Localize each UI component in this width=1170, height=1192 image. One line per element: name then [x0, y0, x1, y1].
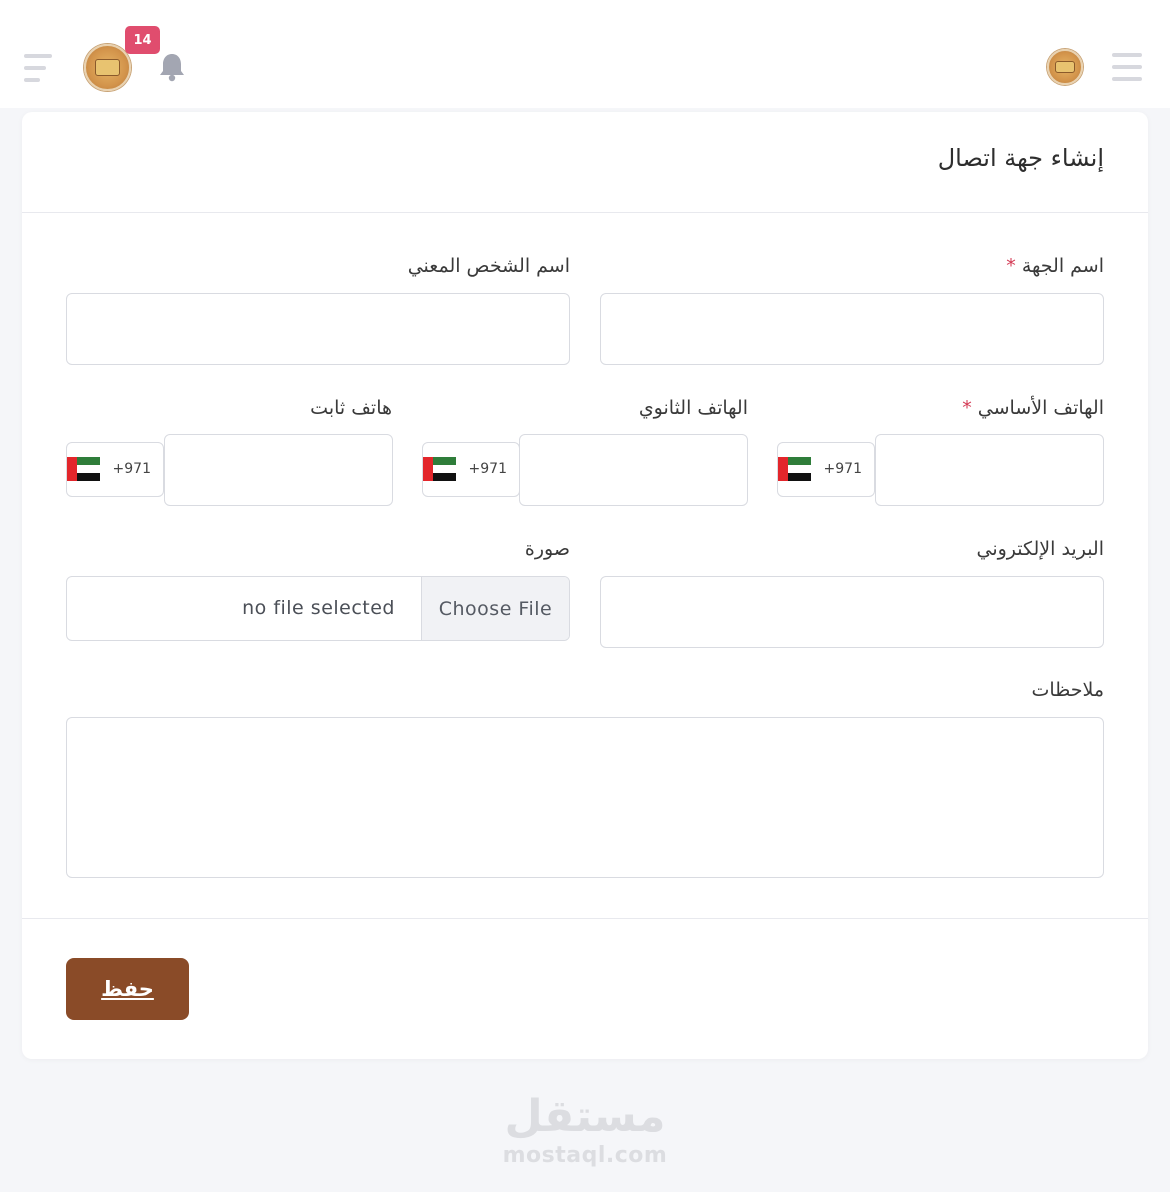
top-navbar: 14: [0, 0, 1170, 108]
required-mark: *: [962, 397, 972, 419]
contact-person-label: اسم الشخص المعني: [407, 255, 570, 277]
image-label: صورة: [524, 538, 570, 560]
notification-badge: 14: [125, 26, 160, 54]
image-file-input[interactable]: Choose File no file selected: [66, 576, 570, 641]
page-title: إنشاء جهة اتصال: [937, 144, 1104, 172]
entity-name-input[interactable]: [600, 293, 1104, 365]
watermark-url: mostaql.com: [502, 1143, 668, 1168]
create-contact-card: إنشاء جهة اتصال اسم الجهة * اسم الشخص ال…: [22, 112, 1148, 1059]
email-input[interactable]: [600, 576, 1104, 648]
country-code: +971: [823, 461, 862, 477]
entity-name-label: اسم الجهة *: [1006, 255, 1104, 277]
landline-label: هاتف ثابت: [310, 397, 392, 419]
primary-phone-label: الهاتف الأساسي *: [962, 397, 1104, 419]
country-code: +971: [112, 461, 151, 477]
secondary-phone-country-select[interactable]: +971: [422, 442, 520, 497]
uae-flag-icon: [423, 457, 456, 481]
uae-flag-icon: [67, 457, 100, 481]
secondary-phone-input[interactable]: [519, 434, 748, 506]
contact-person-input[interactable]: [66, 293, 570, 365]
country-code: +971: [468, 461, 507, 477]
secondary-phone-label: الهاتف الثانوي: [638, 397, 748, 419]
watermark-logo: مستقل: [504, 1091, 666, 1142]
landline-country-select[interactable]: +971: [66, 442, 164, 497]
required-mark: *: [1006, 255, 1016, 277]
save-button[interactable]: حفظ: [66, 958, 189, 1020]
brand-logo-avatar[interactable]: [1047, 49, 1083, 85]
notes-label: ملاحظات: [1031, 679, 1104, 701]
footer-divider: [22, 918, 1148, 919]
file-status-text: no file selected: [242, 597, 395, 619]
hamburger-menu-icon[interactable]: [1112, 53, 1142, 81]
landline-input[interactable]: [164, 434, 393, 506]
header-divider: [22, 212, 1148, 213]
align-right-menu-icon[interactable]: [24, 54, 54, 82]
choose-file-button[interactable]: Choose File: [421, 577, 569, 640]
notes-textarea[interactable]: [66, 717, 1104, 878]
user-avatar[interactable]: [84, 44, 131, 91]
primary-phone-input[interactable]: [875, 434, 1104, 506]
email-label: البريد الإلكتروني: [976, 538, 1105, 560]
primary-phone-country-select[interactable]: +971: [777, 442, 875, 497]
bell-icon[interactable]: [158, 52, 186, 82]
uae-flag-icon: [778, 457, 811, 481]
